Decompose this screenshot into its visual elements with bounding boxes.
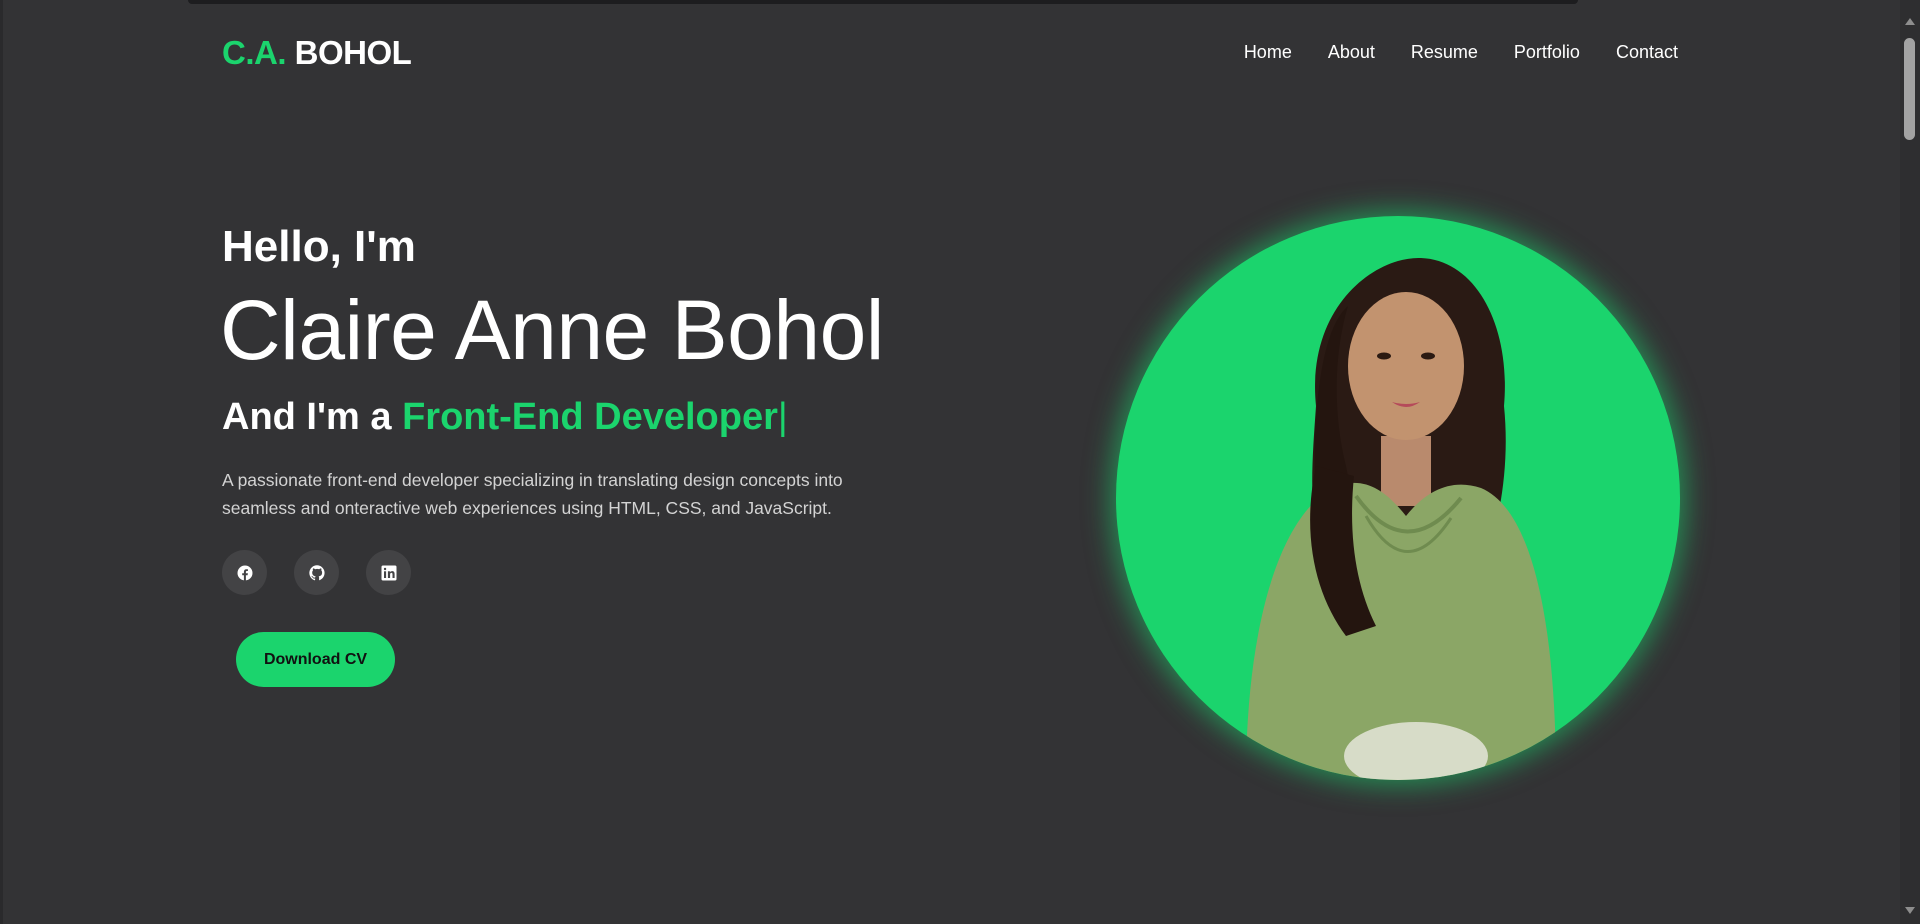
- nav-link-contact[interactable]: Contact: [1616, 42, 1678, 63]
- github-icon: [308, 564, 325, 581]
- hero-greeting: Hello, I'm: [222, 222, 416, 271]
- github-link[interactable]: [294, 550, 339, 595]
- portfolio-page: C.A. BOHOL Home About Resume Portfolio C…: [0, 0, 1920, 924]
- nav-link-resume[interactable]: Resume: [1411, 42, 1478, 63]
- main-nav: Home About Resume Portfolio Contact: [1244, 42, 1678, 63]
- profile-photo-illustration: [1246, 257, 1556, 780]
- hero-description: A passionate front-end developer special…: [222, 470, 843, 518]
- linkedin-link[interactable]: [366, 550, 411, 595]
- download-cv-button[interactable]: Download CV: [236, 632, 395, 687]
- scrollbar-thumb[interactable]: [1904, 38, 1915, 140]
- logo-main: BOHOL: [294, 34, 412, 71]
- facebook-link[interactable]: [222, 550, 267, 595]
- nav-link-home[interactable]: Home: [1244, 42, 1292, 63]
- nav-link-about[interactable]: About: [1328, 42, 1375, 63]
- social-links: [222, 550, 411, 595]
- facebook-icon: [237, 565, 253, 581]
- window-left-edge: [0, 0, 3, 924]
- linkedin-icon: [381, 565, 397, 581]
- browser-top-strip: [188, 0, 1578, 4]
- role-prefix: And I'm a: [222, 396, 392, 438]
- hero-name: Claire Anne Bohol: [220, 283, 884, 377]
- scroll-down-arrow-icon[interactable]: [1905, 907, 1915, 914]
- site-logo[interactable]: C.A. BOHOL: [222, 34, 412, 72]
- hero-role: And I'm a Front-End Developer|: [222, 396, 788, 439]
- role-highlight: Front-End Developer: [402, 396, 778, 438]
- vertical-scrollbar[interactable]: [1900, 0, 1920, 924]
- nav-link-portfolio[interactable]: Portfolio: [1514, 42, 1580, 63]
- scroll-up-arrow-icon[interactable]: [1905, 18, 1915, 25]
- logo-accent: C.A.: [222, 34, 287, 71]
- profile-photo: [1116, 216, 1680, 780]
- typing-cursor: |: [777, 396, 788, 438]
